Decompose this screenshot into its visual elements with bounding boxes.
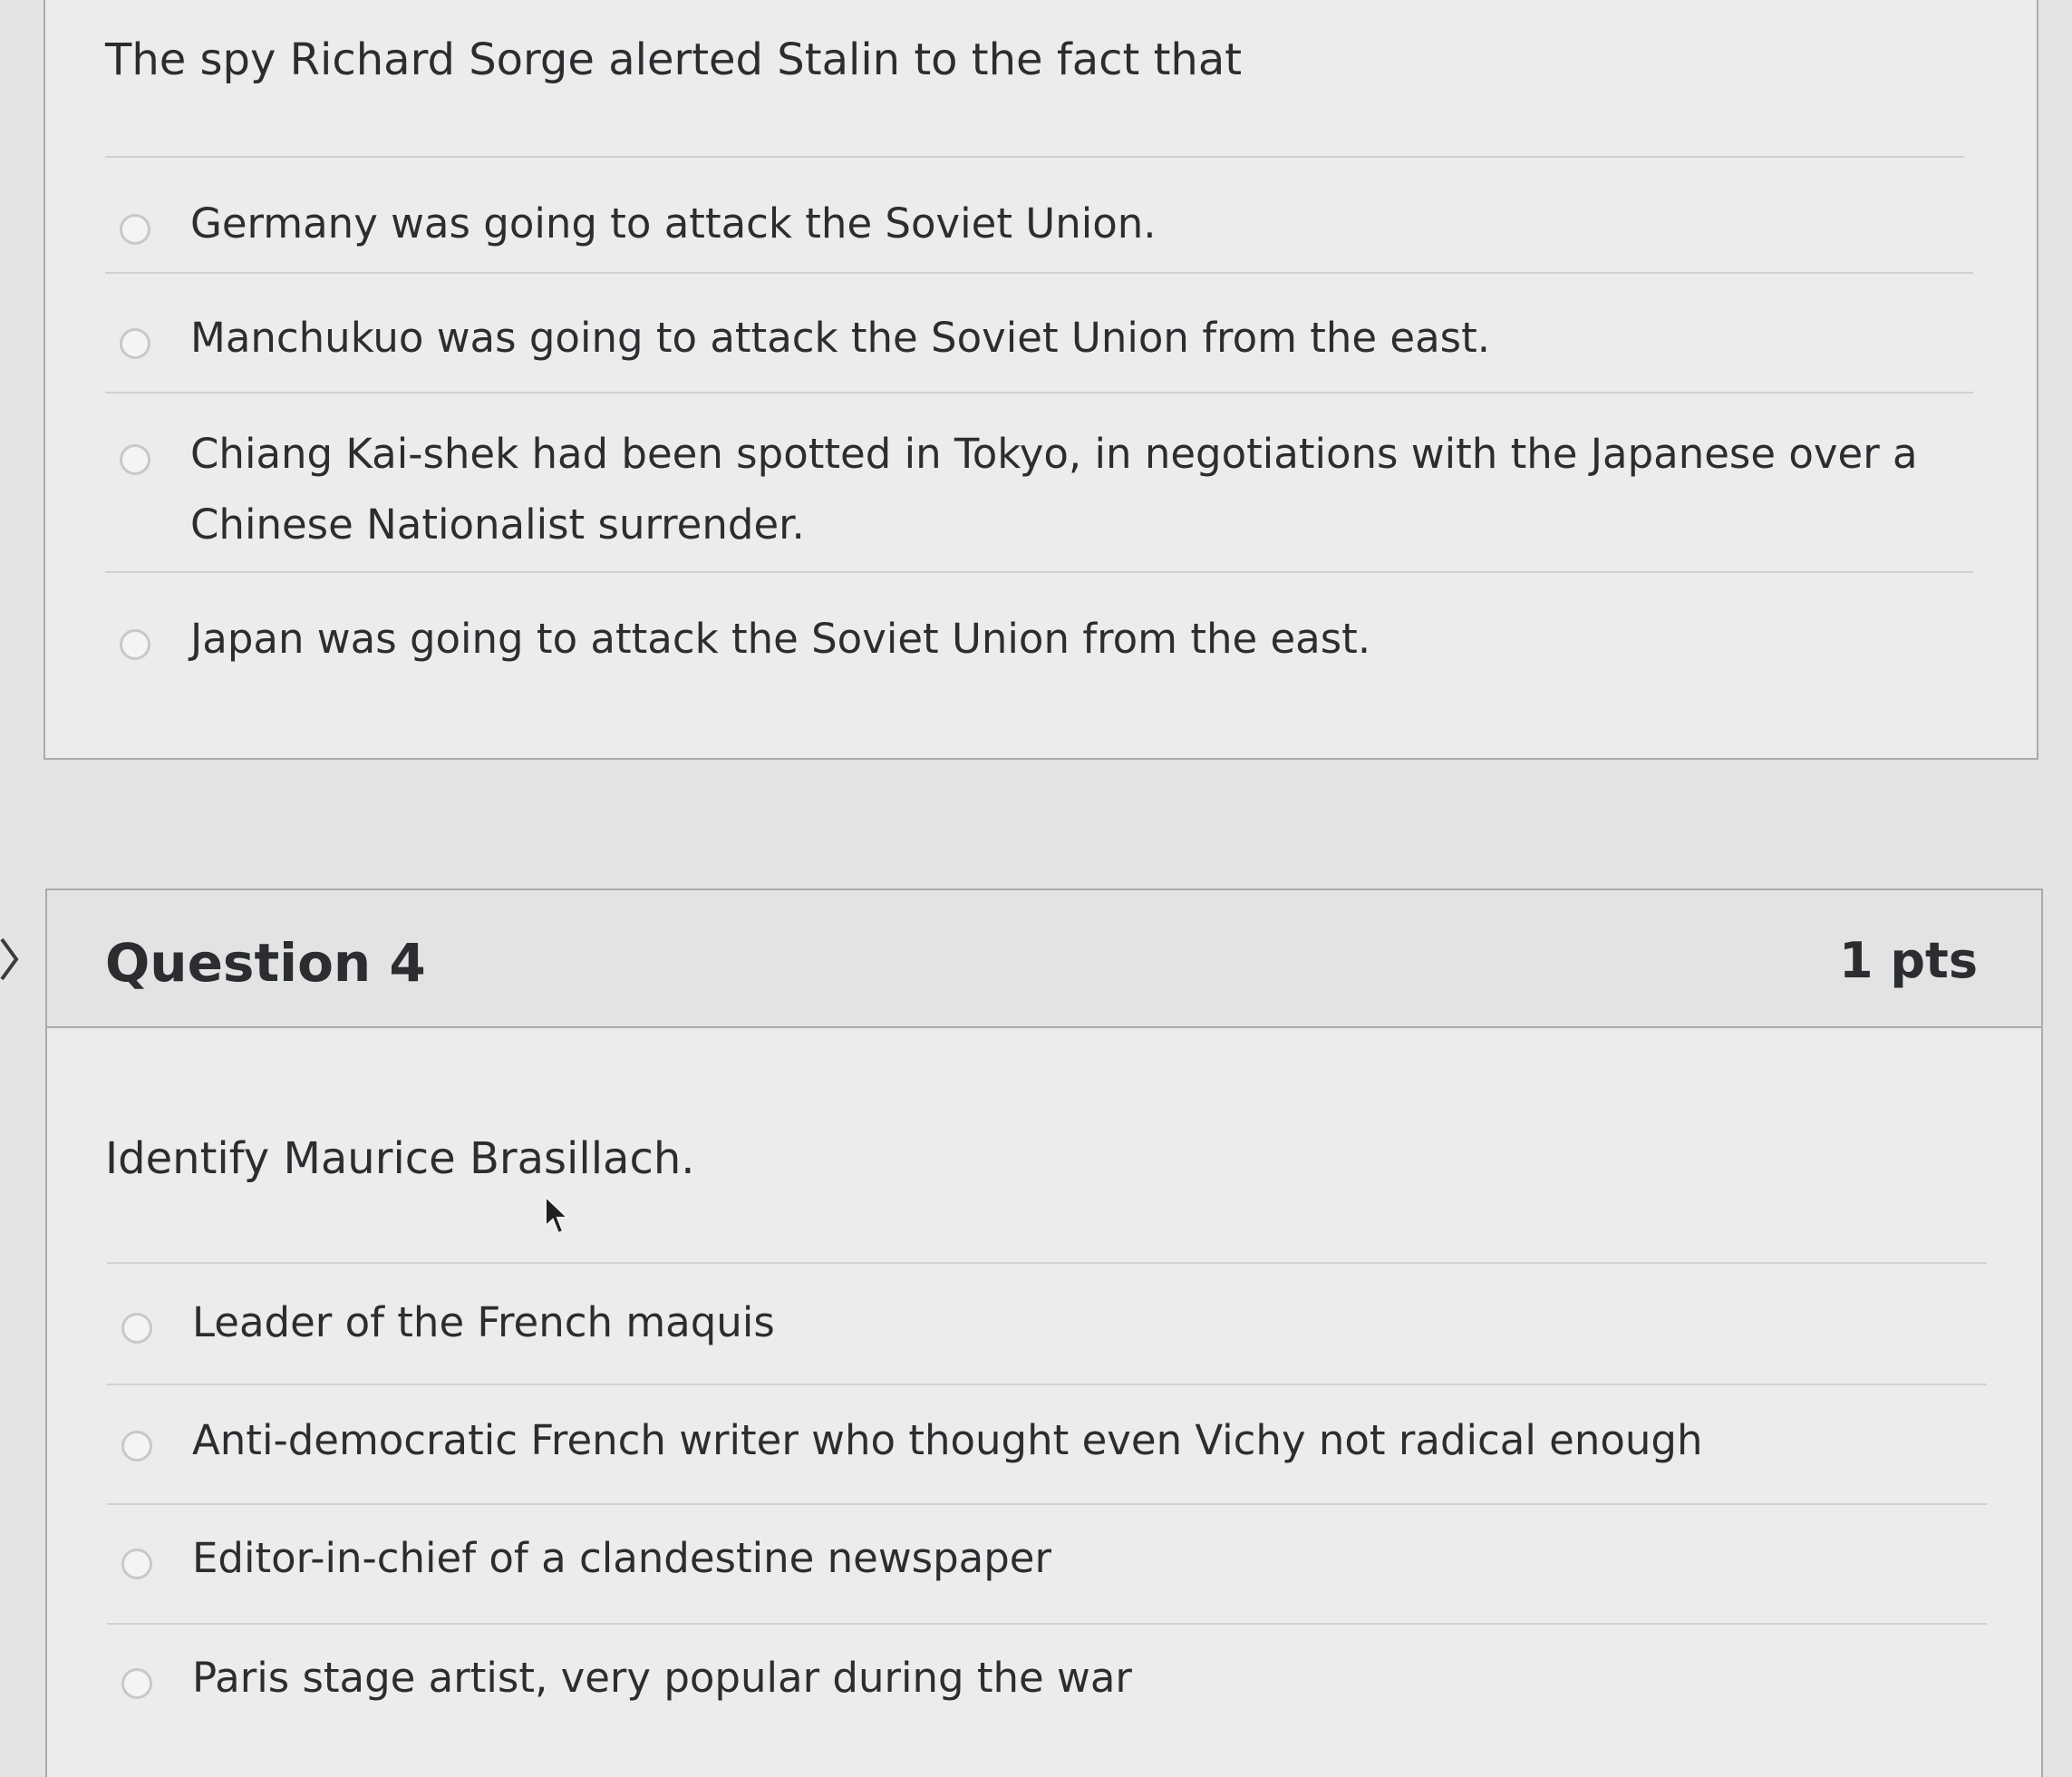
- radio-button[interactable]: [121, 1668, 152, 1699]
- radio-button[interactable]: [120, 328, 150, 359]
- radio-button[interactable]: [121, 1313, 152, 1344]
- divider: [105, 571, 1973, 573]
- divider: [105, 156, 1964, 158]
- question-4-answer-2[interactable]: Anti-democratic French writer who though…: [121, 1416, 1703, 1476]
- answer-label: Editor-in-chief of a clandestine newspap…: [192, 1534, 1051, 1582]
- divider: [107, 1384, 1987, 1385]
- question-4-answer-1[interactable]: Leader of the French maquis: [121, 1298, 775, 1358]
- radio-button[interactable]: [120, 629, 150, 660]
- question-3-answer-3[interactable]: Chiang Kai-shek had been spotted in Toky…: [120, 430, 1996, 560]
- divider: [105, 392, 1973, 393]
- radio-button[interactable]: [120, 214, 150, 245]
- question-4-answer-4[interactable]: Paris stage artist, very popular during …: [121, 1654, 1132, 1714]
- question-4-answer-3[interactable]: Editor-in-chief of a clandestine newspap…: [121, 1534, 1051, 1594]
- radio-button[interactable]: [120, 444, 150, 475]
- answer-label: Germany was going to attack the Soviet U…: [190, 199, 1157, 248]
- answer-label: Chiang Kai-shek had been spotted in Toky…: [190, 430, 1918, 549]
- radio-button[interactable]: [121, 1549, 152, 1579]
- answer-label: Leader of the French maquis: [192, 1298, 775, 1346]
- divider: [107, 1503, 1987, 1505]
- question-3-answer-1[interactable]: Germany was going to attack the Soviet U…: [120, 199, 1157, 259]
- question-header: Question 4 1 pts: [47, 890, 2041, 1028]
- answer-label: Anti-democratic French writer who though…: [192, 1416, 1703, 1464]
- divider: [107, 1262, 1987, 1264]
- answer-label: Japan was going to attack the Soviet Uni…: [190, 615, 1371, 663]
- divider: [107, 1623, 1987, 1625]
- question-3-answer-2[interactable]: Manchukuo was going to attack the Soviet…: [120, 314, 1490, 374]
- question-4-text: Identify Maurice Brasillach.: [105, 1133, 695, 1184]
- question-title: Question 4: [105, 932, 426, 994]
- question-3-text: The spy Richard Sorge alerted Stalin to …: [105, 34, 1243, 85]
- question-3-card: The spy Richard Sorge alerted Stalin to …: [44, 0, 2038, 760]
- answer-label: Paris stage artist, very popular during …: [192, 1654, 1132, 1702]
- chevron-right-icon[interactable]: [0, 934, 22, 985]
- question-4-card: Question 4 1 pts Identify Maurice Brasil…: [45, 888, 2043, 1777]
- question-3-answer-4[interactable]: Japan was going to attack the Soviet Uni…: [120, 615, 1370, 675]
- mouse-cursor-icon: [545, 1195, 570, 1235]
- divider: [105, 272, 1973, 274]
- answer-label: Manchukuo was going to attack the Soviet…: [190, 314, 1491, 362]
- question-points: 1 pts: [1839, 932, 1978, 989]
- radio-button[interactable]: [121, 1431, 152, 1461]
